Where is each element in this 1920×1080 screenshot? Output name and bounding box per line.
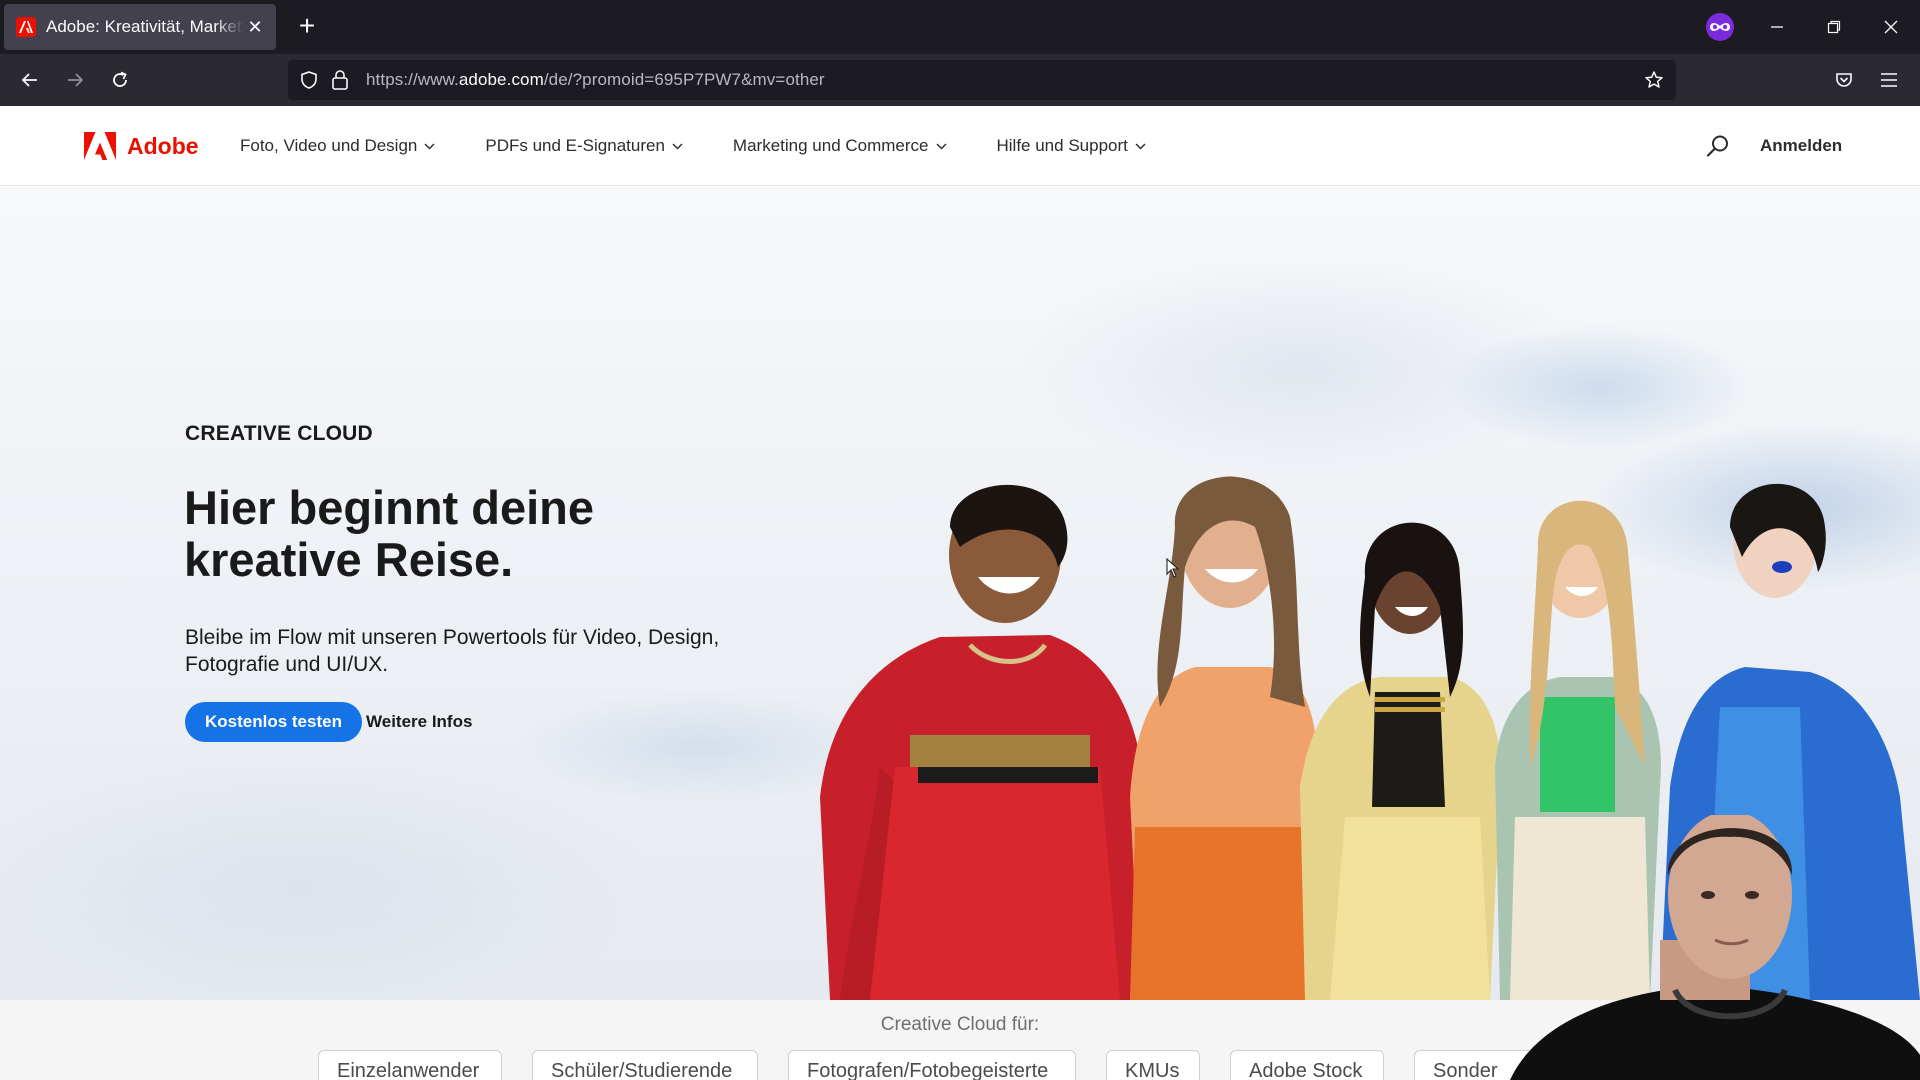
- menu-item-label: Foto, Video und Design: [240, 136, 418, 155]
- menu-item-label: Marketing und Commerce: [732, 136, 929, 155]
- tab-close-icon[interactable]: ✕: [244, 17, 266, 38]
- chevron-down-icon: [1135, 143, 1146, 149]
- url-text[interactable]: https://www.adobe.com/de/?promoid=695P7P…: [366, 70, 825, 90]
- address-bar[interactable]: https://www.adobe.com/de/?promoid=695P7P…: [288, 60, 1676, 100]
- search-icon[interactable]: [1706, 134, 1730, 158]
- lock-icon[interactable]: [331, 69, 349, 91]
- tracking-protection-shield-icon[interactable]: [299, 70, 319, 90]
- chevron-down-icon: [672, 143, 683, 149]
- restore-button[interactable]: [1819, 12, 1849, 42]
- browser-tab-active[interactable]: Adobe: Kreativität, Marketing und Dokume…: [4, 4, 276, 50]
- site-header: Adobe Foto, Video und Design PDFs und E-…: [0, 106, 1920, 186]
- sign-in-link[interactable]: Anmelden: [1760, 136, 1842, 156]
- menu-item-label: Hilfe und Support: [996, 136, 1128, 155]
- menu-item-foto-video-design[interactable]: Foto, Video und Design: [240, 136, 435, 156]
- audience-option-fotografen[interactable]: Fotografen/Fotobegeisterte: [788, 1050, 1076, 1080]
- webcam-overlay: [1510, 815, 1920, 1080]
- pocket-button[interactable]: [1828, 64, 1860, 96]
- url-prefix: https://www.: [366, 70, 459, 89]
- menu-item-marketing-commerce[interactable]: Marketing und Commerce: [733, 136, 947, 156]
- adobe-logo-icon: [84, 132, 116, 160]
- free-trial-button[interactable]: Kostenlos testen: [185, 702, 362, 742]
- hero-subheadline: Bleibe im Flow mit unseren Powertools fü…: [185, 626, 720, 676]
- url-path: /de/?promoid=695P7PW7&mv=other: [543, 70, 825, 89]
- browser-titlebar: Adobe: Kreativität, Marketing und Dokume…: [0, 0, 1920, 54]
- hamburger-menu-icon: [1881, 73, 1897, 87]
- adobe-logo[interactable]: Adobe: [84, 132, 199, 160]
- reload-button[interactable]: [104, 64, 136, 96]
- private-browsing-icon: [1706, 13, 1734, 41]
- audience-option-adobe-stock[interactable]: Adobe Stock: [1230, 1050, 1384, 1080]
- mouse-cursor-icon: [1166, 558, 1180, 578]
- bookmark-star-icon[interactable]: [1644, 70, 1664, 90]
- browser-toolbar: https://www.adobe.com/de/?promoid=695P7P…: [0, 54, 1920, 106]
- pocket-icon: [1836, 73, 1852, 87]
- main-menu: Foto, Video und Design PDFs und E-Signat…: [240, 136, 1196, 156]
- audience-option-kmus[interactable]: KMUs: [1106, 1050, 1200, 1080]
- logo-text: Adobe: [127, 132, 199, 159]
- audience-option-einzelanwender[interactable]: Einzelanwender: [318, 1050, 502, 1080]
- chevron-down-icon: [936, 143, 946, 149]
- app-menu-button[interactable]: [1873, 64, 1905, 96]
- close-window-button[interactable]: [1876, 12, 1906, 42]
- url-host: adobe.com: [458, 70, 544, 89]
- audience-option-schueler[interactable]: Schüler/Studierende: [532, 1050, 758, 1080]
- menu-item-label: PDFs und E-Signaturen: [485, 136, 665, 155]
- new-tab-button[interactable]: +: [292, 11, 322, 41]
- minimize-button[interactable]: [1762, 12, 1792, 42]
- menu-item-hilfe-support[interactable]: Hilfe und Support: [997, 136, 1146, 156]
- forward-button[interactable]: [59, 64, 91, 96]
- hero-eyebrow: CREATIVE CLOUD: [185, 422, 373, 445]
- person-yellow-outfit: [1300, 522, 1501, 1000]
- chevron-down-icon: [424, 143, 435, 149]
- menu-item-pdfs-e-signaturen[interactable]: PDFs und E-Signaturen: [485, 136, 683, 156]
- hero-headline: Hier beginnt deine kreative Reise.: [184, 481, 594, 586]
- adobe-favicon-icon: [16, 17, 36, 37]
- person-red-outfit: [820, 484, 1145, 1000]
- tab-title: Adobe: Kreativität, Marketing und Dokume…: [46, 17, 244, 36]
- back-button[interactable]: [14, 64, 46, 96]
- learn-more-link[interactable]: Weitere Infos: [366, 712, 472, 732]
- person-orange-outfit: [1130, 476, 1319, 1000]
